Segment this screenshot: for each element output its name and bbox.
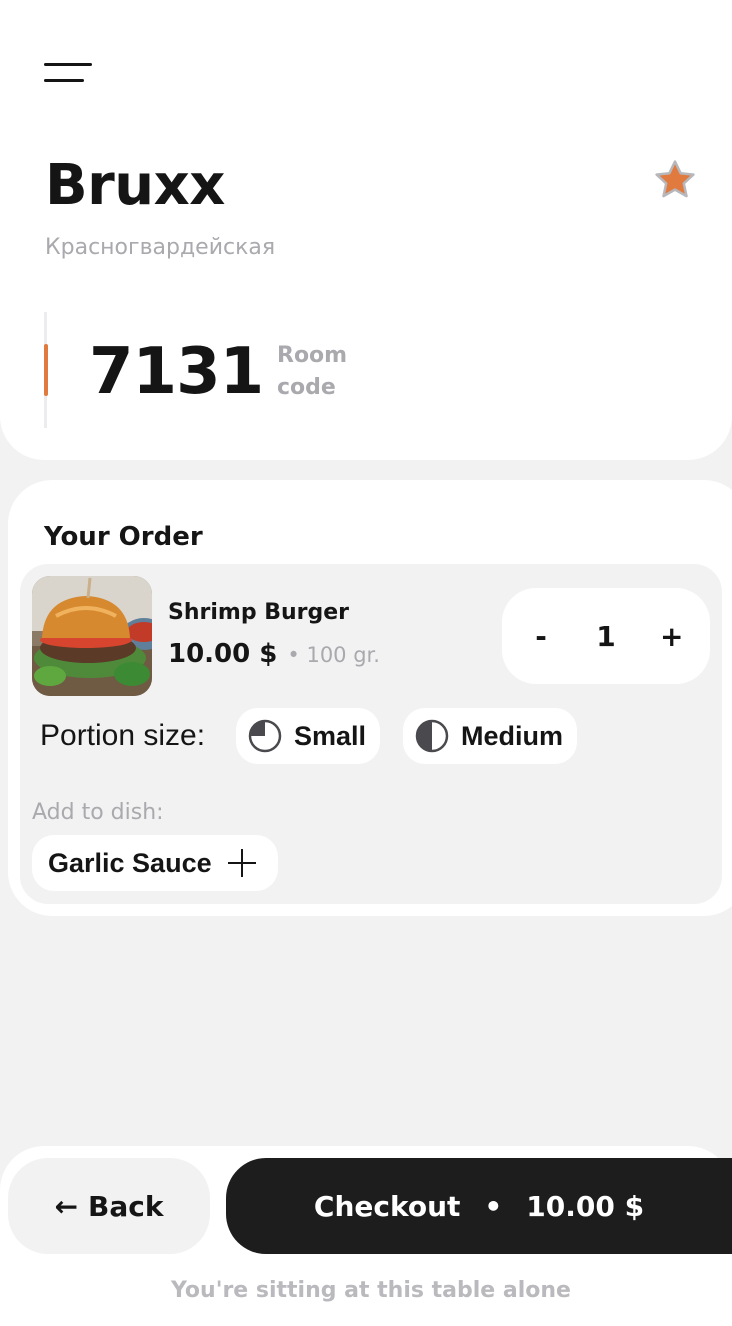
bottom-bar: ← Back Checkout • 10.00 $ You're sitting… — [0, 1146, 732, 1326]
restaurant-header: Bruxx Красногвардейская 7131 Room code — [0, 0, 732, 460]
restaurant-location: Красногвардейская — [45, 235, 276, 260]
menu-line — [44, 62, 92, 66]
restaurant-name: Bruxx — [45, 153, 225, 218]
dish-thumbnail — [32, 576, 152, 696]
arrow-left-icon: ← — [54, 1189, 78, 1223]
half-pie-icon — [415, 719, 449, 753]
portion-small-label: Small — [294, 720, 367, 751]
dish-name: Shrimp Burger — [168, 600, 350, 625]
addon-label: Garlic Sauce — [48, 847, 212, 878]
favorite-star-icon[interactable] — [650, 156, 700, 206]
menu-icon[interactable] — [40, 54, 96, 90]
back-label: Back — [88, 1189, 164, 1223]
menu-line — [44, 78, 84, 82]
dish-weight: • 100 gr. — [287, 643, 380, 667]
portion-medium-button[interactable]: Medium — [403, 708, 577, 764]
checkout-total: 10.00 $ — [526, 1189, 645, 1223]
plus-icon — [227, 849, 256, 877]
room-code-block: 7131 Room code — [44, 312, 364, 428]
room-code-label: Room code — [277, 343, 348, 400]
portion-small-button[interactable]: Small — [236, 708, 380, 764]
room-code-value: 7131 — [89, 335, 264, 409]
checkout-label: Checkout — [313, 1189, 461, 1223]
dish-price: 10.00 $ — [168, 639, 278, 669]
back-button[interactable]: ← Back — [8, 1158, 210, 1254]
checkout-button[interactable]: Checkout • 10.00 $ — [226, 1158, 732, 1254]
add-garlic-sauce-button[interactable]: Garlic Sauce — [32, 835, 278, 891]
quantity-stepper: - 1 + — [502, 588, 710, 684]
increment-button[interactable]: + — [660, 620, 683, 653]
table-status-text: You're sitting at this table alone — [171, 1278, 571, 1303]
checkout-separator: • — [484, 1189, 503, 1223]
room-code-accent — [44, 344, 48, 396]
quarter-pie-icon — [248, 719, 282, 753]
dish-price-row: 10.00 $ • 100 gr. — [168, 636, 380, 672]
order-card: Your Order Shrimp Burger 10.00 $ • 100 g… — [8, 480, 732, 916]
portion-medium-label: Medium — [461, 720, 564, 751]
order-item: Shrimp Burger 10.00 $ • 100 gr. - 1 + Po… — [20, 564, 722, 904]
order-title: Your Order — [44, 522, 203, 552]
decrement-button[interactable]: - — [530, 620, 552, 653]
add-to-dish-label: Add to dish: — [32, 800, 164, 825]
portion-size-label: Portion size: — [40, 719, 206, 752]
quantity-value: 1 — [596, 619, 616, 653]
